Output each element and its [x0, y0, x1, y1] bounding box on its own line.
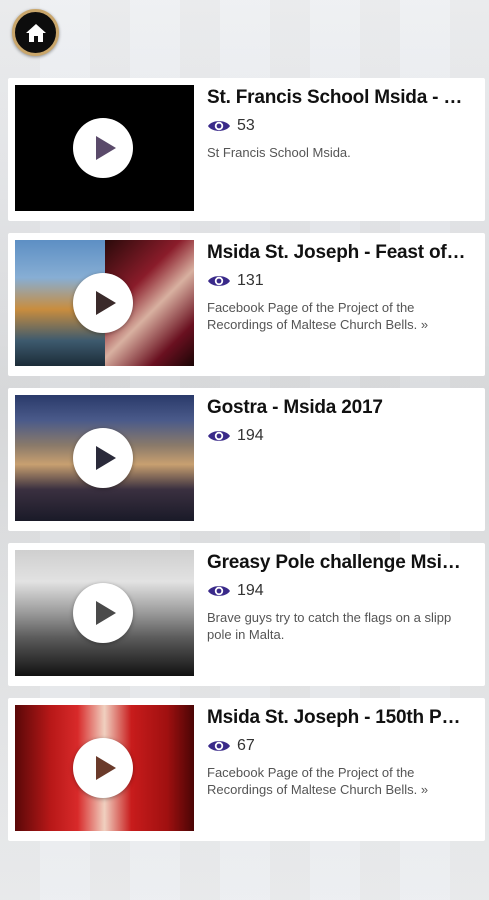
- video-thumbnail[interactable]: [15, 85, 194, 211]
- video-description: Brave guys try to catch the flags on a s…: [207, 610, 452, 642]
- view-count-value: 194: [237, 582, 264, 599]
- play-button[interactable]: [73, 738, 133, 798]
- video-thumbnail[interactable]: [15, 550, 194, 676]
- video-description: Facebook Page of the Project of the Reco…: [207, 300, 429, 332]
- view-count-value: 53: [237, 117, 255, 134]
- view-count: 131: [207, 271, 475, 291]
- video-description: St Francis School Msida.: [207, 145, 351, 160]
- play-button[interactable]: [73, 273, 133, 333]
- home-button[interactable]: [12, 9, 59, 56]
- view-count: 53: [207, 116, 475, 136]
- eye-icon: [208, 276, 230, 286]
- video-title[interactable]: Msida St. Joseph - Feast of…: [207, 241, 475, 265]
- play-button[interactable]: [73, 428, 133, 488]
- view-count: 194: [207, 426, 475, 446]
- view-count: 194: [207, 581, 475, 601]
- view-count: 67: [207, 736, 475, 756]
- video-title[interactable]: Gostra - Msida 2017: [207, 396, 475, 420]
- play-button[interactable]: [73, 583, 133, 643]
- play-icon: [95, 291, 116, 315]
- video-thumbnail[interactable]: [15, 240, 194, 366]
- view-count-value: 131: [237, 272, 264, 289]
- view-count-value: 67: [237, 737, 255, 754]
- video-card[interactable]: St. Francis School Msida - … 53 St Franc…: [8, 78, 485, 221]
- eye-icon: [208, 586, 230, 596]
- video-thumbnail[interactable]: [15, 705, 194, 831]
- play-icon: [95, 601, 116, 625]
- play-icon: [95, 446, 116, 470]
- eye-icon: [208, 121, 230, 131]
- eye-icon: [208, 741, 230, 751]
- play-button[interactable]: [73, 118, 133, 178]
- video-title[interactable]: Greasy Pole challenge Msi…: [207, 551, 475, 575]
- video-title[interactable]: St. Francis School Msida - …: [207, 86, 475, 110]
- video-card[interactable]: Msida St. Joseph - Feast of… 131 Faceboo…: [8, 233, 485, 376]
- video-thumbnail[interactable]: [15, 395, 194, 521]
- video-card[interactable]: Msida St. Joseph - 150th P… 67 Facebook …: [8, 698, 485, 841]
- video-description: Facebook Page of the Project of the Reco…: [207, 765, 429, 797]
- video-card[interactable]: Gostra - Msida 2017 194: [8, 388, 485, 531]
- video-title[interactable]: Msida St. Joseph - 150th P…: [207, 706, 475, 730]
- home-icon: [25, 23, 46, 42]
- eye-icon: [208, 431, 230, 441]
- view-count-value: 194: [237, 427, 264, 444]
- video-card[interactable]: Greasy Pole challenge Msi… 194 Brave guy…: [8, 543, 485, 686]
- play-icon: [95, 756, 116, 780]
- play-icon: [95, 136, 116, 160]
